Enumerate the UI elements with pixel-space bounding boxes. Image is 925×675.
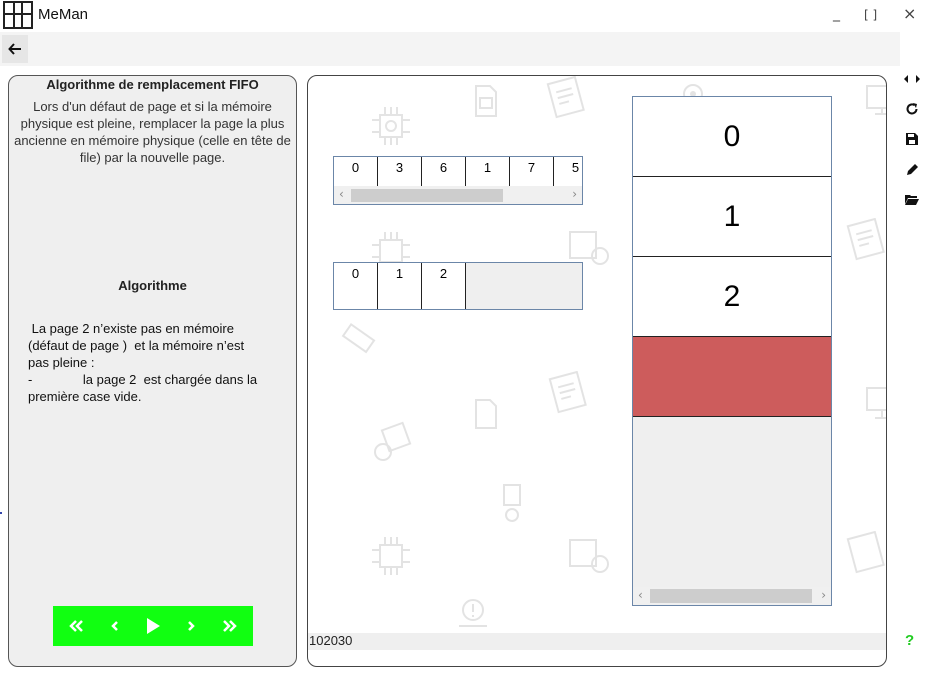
play-button[interactable] bbox=[135, 608, 171, 644]
refresh-icon bbox=[906, 103, 918, 115]
scroll-right-icon[interactable]: › bbox=[821, 588, 826, 602]
decor-settings-icon bbox=[374, 421, 412, 461]
algorithm-description: Lors d'un défaut de page et si la mémoir… bbox=[14, 99, 291, 165]
title-bar: MeMan _ [ ] × bbox=[0, 0, 925, 32]
status-bar: 102030 bbox=[308, 633, 886, 650]
decor-gear-chart-icon bbox=[569, 539, 609, 573]
decor-chip-icon bbox=[372, 537, 410, 575]
last-icon bbox=[222, 620, 237, 632]
close-button[interactable]: × bbox=[903, 4, 916, 23]
frame-cell: 0 bbox=[334, 263, 378, 309]
back-button[interactable] bbox=[2, 35, 28, 63]
scrollbar-thumb[interactable] bbox=[351, 189, 503, 202]
first-step-button[interactable] bbox=[58, 608, 94, 644]
decor-card-icon bbox=[475, 399, 497, 429]
reference-string-strip: 0 3 6 1 7 5 ‹ › bbox=[333, 156, 583, 205]
simulation-panel: 0 3 6 1 7 5 ‹ › 0 1 2 0 1 2 ‹ › 102030 bbox=[307, 75, 887, 667]
algorithm-step-text: La page 2 n’existe pas en mémoire (défau… bbox=[28, 320, 278, 405]
reference-cell: 7 bbox=[510, 157, 554, 187]
scrollbar-thumb[interactable] bbox=[650, 589, 812, 603]
scroll-right-icon[interactable]: › bbox=[572, 187, 577, 201]
decor-document-icon bbox=[548, 371, 587, 414]
decor-network-icon bbox=[503, 484, 521, 522]
toolbar bbox=[0, 32, 900, 66]
description-panel: Algorithme de remplacement FIFO Lors d'u… bbox=[8, 75, 297, 667]
resize-horizontal-icon bbox=[904, 75, 920, 83]
reference-cell: 3 bbox=[378, 157, 422, 187]
step-line: (défaut de page ) et la mémoire n’est bbox=[28, 338, 245, 353]
algorithm-title: Algorithme de remplacement FIFO bbox=[46, 77, 259, 92]
scroll-left-icon[interactable]: ‹ bbox=[638, 588, 643, 602]
save-icon bbox=[906, 133, 918, 145]
memory-frame: 1 bbox=[633, 177, 831, 257]
edit-icon bbox=[906, 163, 918, 175]
step-line: La page 2 n’existe pas en mémoire bbox=[28, 321, 234, 336]
decor-document-icon bbox=[846, 531, 885, 574]
app-window: MeMan _ [ ] × Algorithme de remplacement… bbox=[0, 0, 925, 675]
open-folder-icon bbox=[905, 194, 919, 205]
frame-cell: 2 bbox=[422, 263, 466, 309]
open-folder-button[interactable] bbox=[903, 190, 921, 208]
step-line: - la page 2 est chargée dans la bbox=[28, 372, 258, 387]
back-arrow-icon bbox=[8, 43, 21, 55]
reference-cell: 5 bbox=[554, 157, 582, 187]
stray-dot bbox=[0, 512, 2, 514]
memory-frame: 0 bbox=[633, 97, 831, 177]
edit-button[interactable] bbox=[903, 160, 921, 178]
play-icon bbox=[146, 618, 160, 634]
memory-scrollbar[interactable]: ‹ › bbox=[633, 587, 831, 605]
last-step-button[interactable] bbox=[212, 608, 248, 644]
resize-button[interactable] bbox=[903, 70, 921, 88]
decor-chip-icon bbox=[372, 107, 410, 145]
help-button[interactable]: ? bbox=[905, 632, 914, 649]
step-line: pas pleine : bbox=[28, 355, 95, 370]
playback-controls bbox=[53, 606, 253, 646]
decor-document-icon bbox=[546, 76, 585, 119]
reference-cell: 6 bbox=[422, 157, 466, 187]
algorithm-heading: Algorithme bbox=[118, 278, 187, 293]
memory-frame: 2 bbox=[633, 257, 831, 337]
decor-document-icon bbox=[846, 218, 885, 261]
first-icon bbox=[69, 620, 84, 632]
decor-warning-icon bbox=[459, 599, 487, 627]
next-icon bbox=[188, 621, 196, 631]
refresh-button[interactable] bbox=[903, 100, 921, 118]
frame-strip: 0 1 2 bbox=[333, 262, 583, 310]
physical-memory: 0 1 2 ‹ › bbox=[632, 96, 832, 606]
scroll-left-icon[interactable]: ‹ bbox=[339, 187, 344, 201]
next-step-button[interactable] bbox=[173, 608, 209, 644]
frame-cell: 1 bbox=[378, 263, 422, 309]
app-title: MeMan bbox=[38, 6, 89, 23]
decor-memory-icon bbox=[341, 323, 376, 354]
memory-frame-highlighted bbox=[633, 337, 831, 417]
previous-icon bbox=[110, 621, 118, 631]
previous-step-button[interactable] bbox=[97, 608, 133, 644]
save-button[interactable] bbox=[903, 130, 921, 148]
decor-card-icon bbox=[475, 85, 497, 117]
reference-cell: 1 bbox=[466, 157, 510, 187]
decor-monitor-icon bbox=[866, 387, 886, 419]
minimize-button[interactable]: _ bbox=[833, 6, 840, 22]
maximize-button[interactable]: [ ] bbox=[864, 8, 877, 22]
step-line: première case vide. bbox=[28, 389, 142, 404]
reference-cell: 0 bbox=[334, 157, 378, 187]
app-logo-icon bbox=[3, 1, 33, 29]
decor-monitor-icon bbox=[866, 85, 886, 115]
reference-scrollbar[interactable]: ‹ › bbox=[334, 186, 582, 204]
